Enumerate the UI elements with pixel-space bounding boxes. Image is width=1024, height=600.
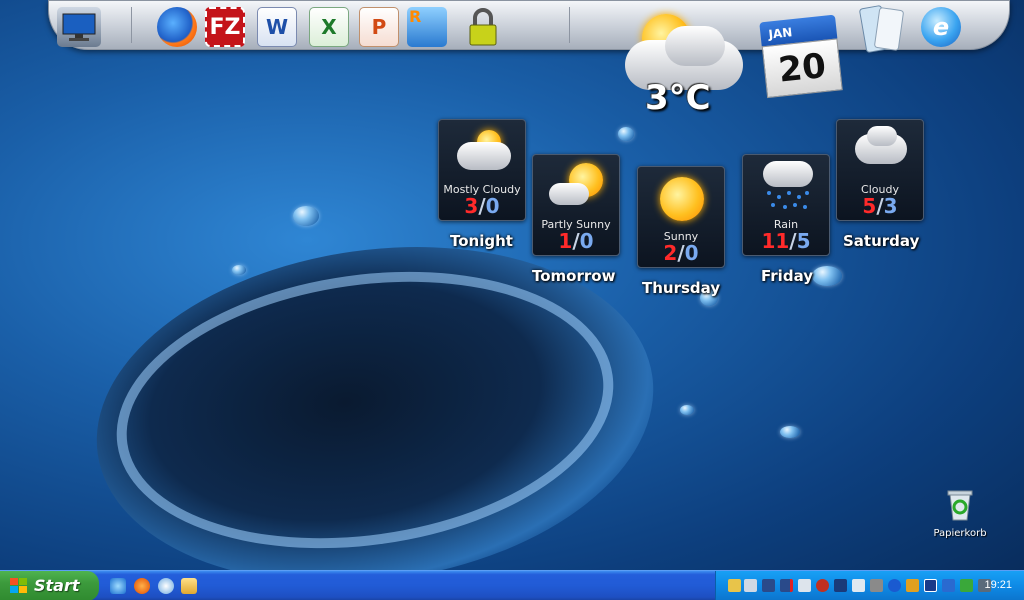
recycle-bin[interactable]: Papierkorb (932, 488, 988, 539)
forecast-day: Friday (761, 267, 814, 285)
internet-explorer-icon[interactable]: e (921, 7, 961, 47)
start-label: Start (34, 576, 80, 595)
raindrops-icon (767, 191, 809, 209)
forecast-card[interactable]: Mostly Cloudy 3/0 (438, 119, 526, 221)
excel-icon[interactable]: X (309, 7, 349, 47)
volume-icon[interactable] (798, 579, 811, 592)
water-drop (812, 266, 842, 286)
forecast-day: Tomorrow (532, 267, 616, 285)
water-drop (780, 426, 800, 438)
forecast-temps: 2/0 (663, 241, 699, 265)
forecast-day: Thursday (642, 279, 721, 297)
internet-explorer-icon[interactable] (110, 578, 126, 594)
recycle-bin-label: Papierkorb (933, 528, 987, 539)
monitor-icon[interactable] (57, 7, 101, 47)
cloud-icon (867, 126, 897, 146)
lock-icon[interactable] (463, 7, 503, 47)
current-temperature: 3°C (645, 78, 711, 118)
network-disconnected-icon[interactable] (780, 579, 793, 592)
forecast-temps: 11/5 (761, 229, 811, 253)
documents-icon[interactable] (857, 3, 907, 55)
forecast-temps: 3/0 (464, 194, 500, 218)
forecast-card[interactable]: Rain 11/5 (742, 154, 830, 256)
wireless-icon[interactable] (744, 579, 757, 592)
image-icon[interactable] (960, 579, 973, 592)
forecast-card[interactable]: Sunny 2/0 (637, 166, 725, 268)
powerpoint-icon[interactable]: P (359, 7, 399, 47)
forecast-card[interactable]: Cloudy 5/3 (836, 119, 924, 221)
bluetooth-icon[interactable] (888, 579, 901, 592)
forecast-temps: 5/3 (862, 194, 898, 218)
rain-icon (763, 161, 813, 187)
recycle-bin-icon (947, 490, 973, 521)
system-tray: 19:21 (715, 571, 1024, 600)
forecast-day: Saturday (843, 232, 920, 250)
firefox-icon[interactable] (134, 578, 150, 594)
windows-flag-icon (10, 578, 27, 593)
display-icon[interactable] (924, 579, 937, 592)
calendar-widget[interactable]: JAN 20 (759, 10, 849, 102)
water-drop (293, 206, 319, 226)
top-dock: FZ W X P R e (48, 0, 1010, 53)
filezilla-icon[interactable]: FZ (205, 7, 245, 47)
remote-desktop-icon[interactable]: R (407, 7, 447, 47)
water-drop (680, 405, 694, 415)
word-icon[interactable]: W (257, 7, 297, 47)
firefox-icon[interactable] (157, 7, 197, 47)
security-icon[interactable] (816, 579, 829, 592)
sunny-icon (660, 177, 704, 221)
folder-icon[interactable] (181, 578, 197, 594)
cloud-icon (665, 26, 725, 66)
dock-separator (569, 7, 570, 43)
tools-icon[interactable] (870, 579, 883, 592)
clock[interactable]: 19:21 (984, 579, 1012, 591)
power-icon[interactable] (834, 579, 847, 592)
forecast-card[interactable]: Partly Sunny 1/0 (532, 154, 620, 256)
forecast-day: Tonight (450, 232, 513, 250)
forecast-temps: 1/0 (558, 229, 594, 253)
media-player-icon[interactable] (158, 578, 174, 594)
start-button[interactable]: Start (0, 571, 99, 600)
taskbar: Start 19:21 (0, 570, 1024, 600)
ime-icon[interactable] (906, 579, 919, 592)
water-drop (232, 265, 246, 275)
dock-separator (131, 7, 132, 43)
partly-sunny-icon (549, 183, 589, 205)
water-drop (618, 127, 634, 141)
language-icon[interactable] (942, 579, 955, 592)
usb-icon[interactable] (728, 579, 741, 592)
network-disconnected-icon[interactable] (762, 579, 775, 592)
mostly-cloudy-icon (457, 142, 511, 170)
calendar-day: 20 (761, 38, 843, 99)
battery-icon[interactable] (852, 579, 865, 592)
